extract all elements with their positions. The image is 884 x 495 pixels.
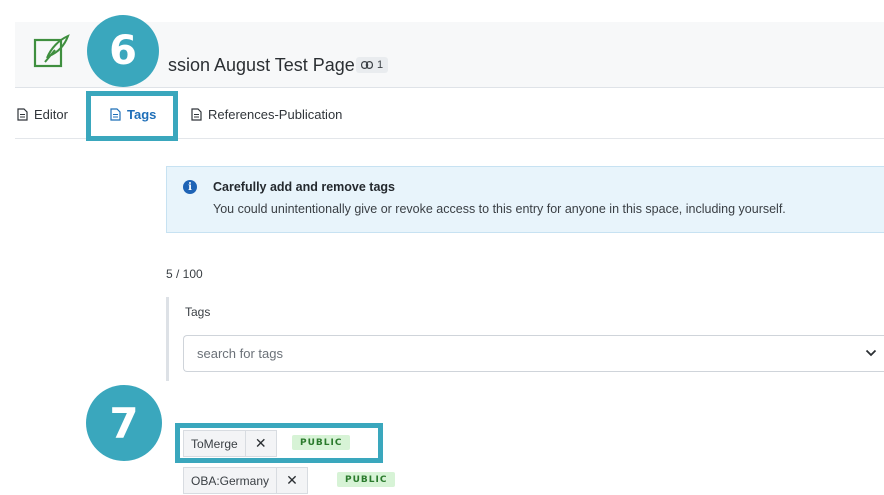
tab-editor-label: Editor — [34, 106, 68, 122]
tag-search-input[interactable] — [183, 335, 884, 372]
page-title: ssion August Test Page — [168, 55, 355, 75]
tag-chip: OBA:Germany ✕ — [183, 467, 309, 494]
document-icon — [17, 107, 28, 121]
link-count-badge[interactable]: 1 — [356, 57, 389, 73]
tags-field-label: Tags — [185, 305, 211, 319]
tab-references-publication[interactable]: References-Publication — [191, 105, 342, 123]
notice-title: Carefully add and remove tags — [213, 180, 396, 194]
tag-count: 5 / 100 — [166, 267, 203, 281]
tags-section-rule — [166, 297, 169, 381]
tab-references-label: References-Publication — [208, 106, 343, 122]
public-badge: PUBLIC — [337, 472, 396, 487]
tab-editor[interactable]: Editor — [17, 105, 68, 123]
info-icon: i — [183, 180, 197, 194]
chevron-down-icon[interactable] — [865, 349, 877, 357]
header-divider — [15, 87, 884, 88]
info-notice — [166, 166, 884, 233]
tag-name: OBA:Germany — [191, 473, 270, 488]
feather-pen-icon — [33, 32, 71, 70]
tomerge-tag-highlight — [175, 423, 383, 463]
remove-tag-button[interactable]: ✕ — [276, 468, 307, 493]
step-marker-7: 7 — [86, 385, 162, 461]
document-icon — [191, 107, 202, 121]
notice-text: You could unintentionally give or revoke… — [213, 202, 786, 216]
tags-tab-highlight — [86, 91, 178, 141]
link-icon — [361, 61, 373, 69]
step-marker-6: 6 — [87, 15, 159, 87]
link-count: 1 — [377, 59, 384, 71]
